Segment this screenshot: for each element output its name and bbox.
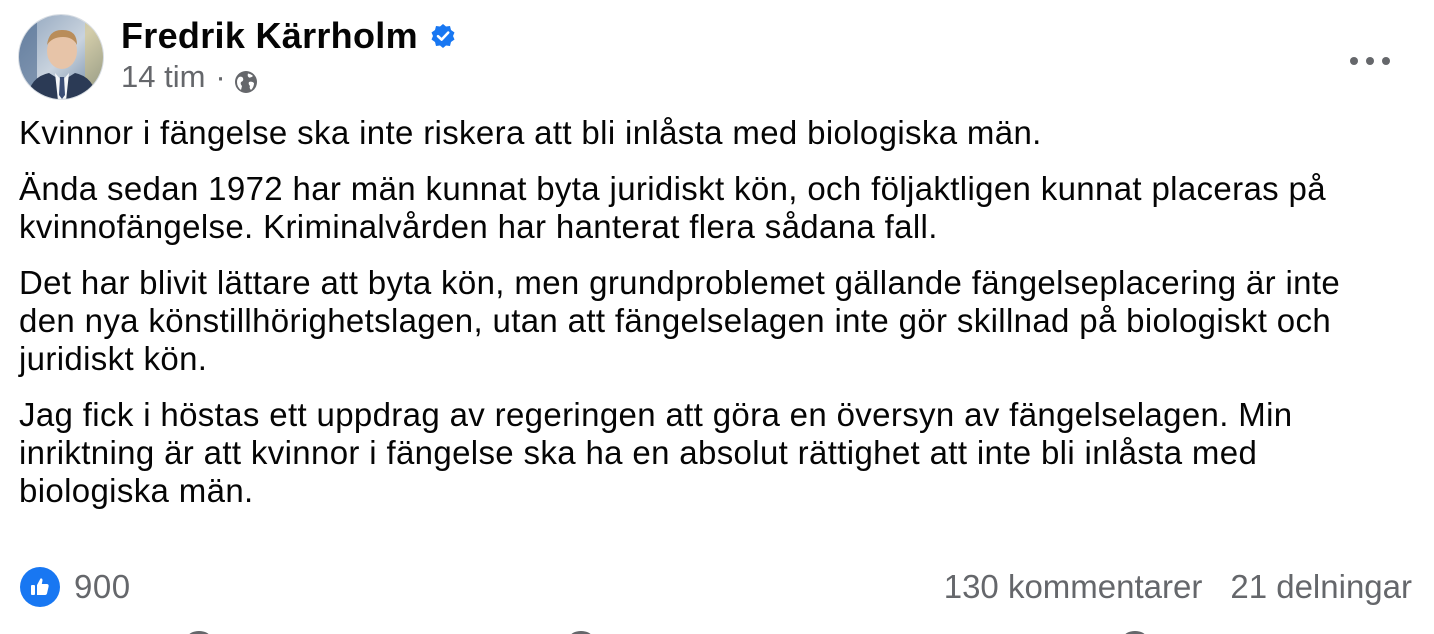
globe-icon[interactable] bbox=[234, 67, 258, 93]
reactions-summary[interactable]: 900 bbox=[20, 567, 131, 607]
more-dot bbox=[1350, 57, 1358, 65]
timestamp-row: 14 tim · bbox=[121, 60, 456, 94]
verified-badge-icon bbox=[430, 23, 456, 49]
more-dot bbox=[1382, 57, 1390, 65]
like-reaction-icon bbox=[20, 567, 60, 607]
post-paragraph: Jag fick i höstas ett uppdrag av regerin… bbox=[19, 396, 1293, 509]
post-paragraph: Ända sedan 1972 har män kunnat byta juri… bbox=[19, 170, 1326, 245]
post-footer: 900 130 kommentarer 21 delningar bbox=[20, 566, 1412, 608]
facebook-post: Fredrik Kärrholm 14 tim · Kvinnor i fäng… bbox=[0, 0, 1434, 634]
comments-count-link[interactable]: 130 kommentarer bbox=[944, 568, 1203, 606]
post-header: Fredrik Kärrholm 14 tim · bbox=[18, 14, 456, 100]
post-paragraph: Kvinnor i fängelse ska inte riskera att … bbox=[19, 114, 1042, 151]
author-name[interactable]: Fredrik Kärrholm bbox=[121, 16, 418, 56]
action-bar-partial bbox=[0, 626, 1434, 634]
more-options-icon[interactable] bbox=[1350, 50, 1390, 72]
post-meta: Fredrik Kärrholm 14 tim · bbox=[121, 16, 456, 94]
post-body: Kvinnor i fängelse ska inte riskera att … bbox=[19, 114, 1379, 528]
shares-count-link[interactable]: 21 delningar bbox=[1230, 568, 1412, 606]
author-row: Fredrik Kärrholm bbox=[121, 16, 456, 56]
post-timestamp[interactable]: 14 tim bbox=[121, 60, 205, 94]
post-paragraph: Det har blivit lättare att byta kön, men… bbox=[19, 264, 1341, 377]
meta-separator: · bbox=[215, 59, 226, 94]
profile-photo-icon bbox=[19, 15, 103, 99]
author-avatar[interactable] bbox=[18, 14, 104, 100]
like-count: 900 bbox=[74, 568, 131, 605]
more-dot bbox=[1366, 57, 1374, 65]
engagement-stats: 130 kommentarer 21 delningar bbox=[944, 568, 1412, 606]
